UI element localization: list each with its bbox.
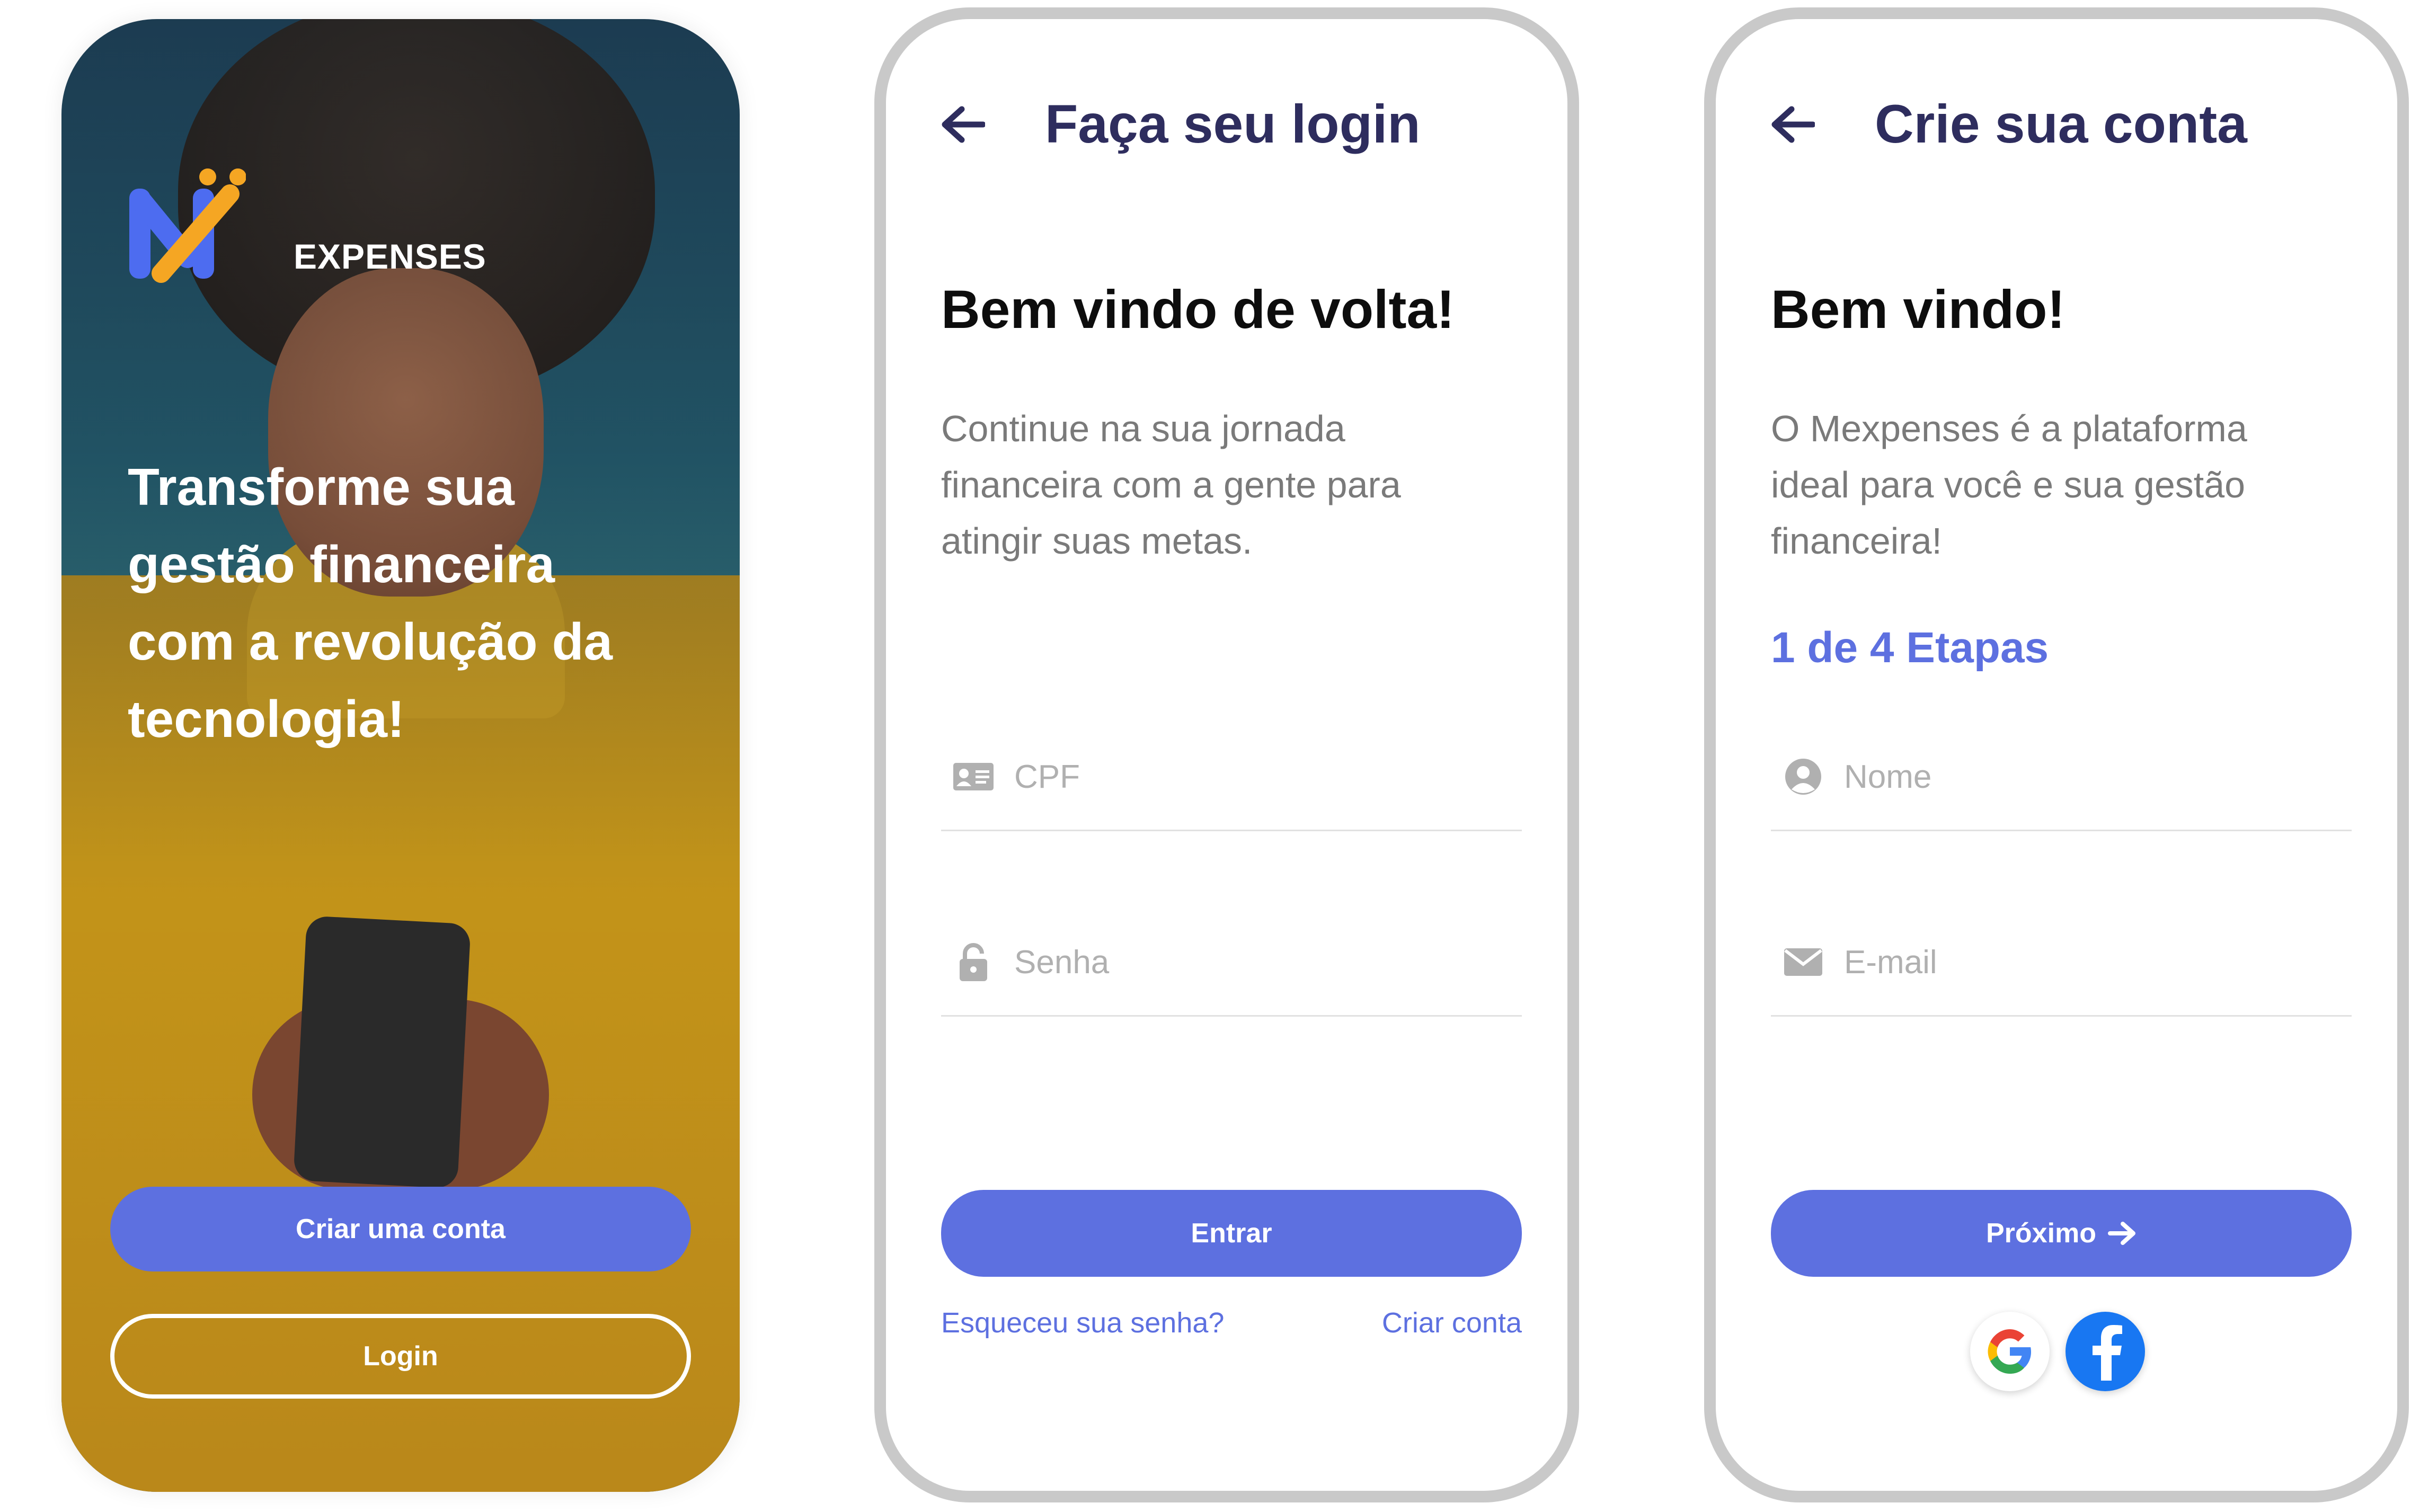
logo-text: EXPENSES [294,237,486,276]
login-screen: Faça seu login Bem vindo de volta! Conti… [874,7,1579,1502]
cpf-input[interactable] [1013,757,1492,796]
signup-screen: Crie sua conta Bem vindo! O Mexpenses é … [1704,7,2409,1502]
login-header: Faça seu login [939,93,1421,155]
facebook-login-button[interactable] [2066,1312,2145,1391]
welcome-description: Continue na sua jornada financeira com a… [941,408,1401,562]
create-account-link[interactable]: Criar conta [1382,1306,1522,1339]
forgot-password-link[interactable]: Esqueceu sua senha? [941,1306,1224,1339]
google-icon [1988,1329,2031,1374]
welcome-heading: Bem vindo de volta! [941,279,1455,340]
login-links: Esqueceu sua senha? Criar conta [941,1306,1522,1339]
arrow-left-icon[interactable] [939,101,987,148]
lock-icon [950,941,997,983]
welcome-screen: EXPENSES Transforme sua gestão financeir… [61,19,740,1492]
next-button-label: Próximo [1985,1218,2097,1249]
login-button[interactable]: Login [110,1314,691,1399]
password-input[interactable] [1013,942,1492,982]
step-indicator: 1 de 4 Etapas [1771,624,2049,672]
welcome-heading: Bem vindo! [1771,279,2066,340]
email-field[interactable] [1771,909,2352,1017]
next-button[interactable]: Próximo [1771,1190,2352,1277]
signup-header: Crie sua conta [1769,93,2247,155]
submit-button[interactable]: Entrar [941,1190,1522,1277]
google-login-button[interactable] [1970,1312,2050,1391]
password-field[interactable] [941,909,1522,1017]
name-input[interactable] [1843,757,2322,796]
arrow-left-icon[interactable] [1769,101,1816,148]
arrow-right-icon [2108,1222,2136,1245]
page-title: Faça seu login [1045,94,1421,154]
app-logo: EXPENSES [129,167,486,289]
logo-m-icon [129,168,246,283]
id-card-icon [950,755,997,798]
name-field[interactable] [1771,724,2352,831]
cpf-field[interactable] [941,724,1522,831]
facebook-icon [2093,1325,2122,1381]
create-account-button[interactable]: Criar uma conta [110,1187,691,1271]
user-icon [1779,755,1827,798]
mail-icon [1779,941,1827,983]
page-title: Crie sua conta [1875,94,2247,154]
welcome-headline: Transforme sua gestão financeira com a r… [128,458,613,748]
email-input[interactable] [1843,942,2322,982]
welcome-description: O Mexpenses é a plataforma ideal para vo… [1771,408,2247,562]
